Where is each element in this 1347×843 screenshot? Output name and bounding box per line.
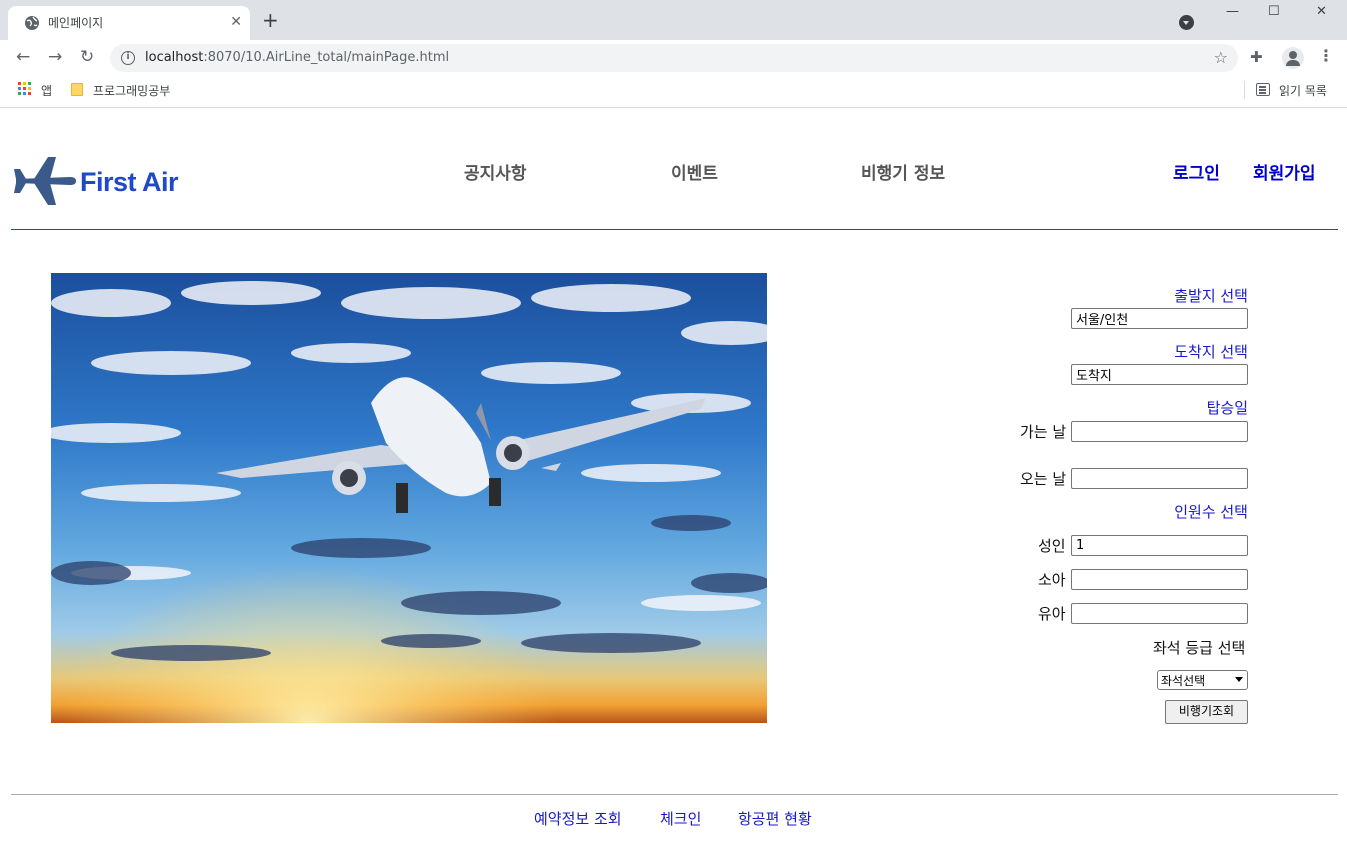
bookmarks-bar <box>0 76 1347 108</box>
infant-count-input[interactable] <box>1071 603 1248 624</box>
infant-label: 유아 <box>1038 605 1066 623</box>
return-date-input[interactable] <box>1071 468 1248 489</box>
forward-arrow-icon[interactable]: → <box>48 47 62 67</box>
tab-close-icon[interactable]: ✕ <box>230 14 242 30</box>
footer-divider <box>11 794 1338 795</box>
signup-link[interactable]: 회원가입 <box>1253 159 1316 184</box>
seat-class-selected: 좌석선택 <box>1161 674 1206 688</box>
url-path: :8070/10.AirLine_total/mainPage.html <box>203 50 450 65</box>
passengers-label: 인원수 선택 <box>1174 503 1248 521</box>
header-divider <box>11 229 1338 230</box>
chevron-down-icon <box>1235 677 1243 682</box>
seat-class-select[interactable]: 좌석선택 <box>1157 670 1248 690</box>
site-info-icon[interactable]: i <box>121 51 135 65</box>
tab-strip: 메인페이지 ✕ + — ☐ ✕ <box>0 0 1347 40</box>
apps-grid-icon[interactable] <box>18 82 32 96</box>
url-text: localhost:8070/10.AirLine_total/mainPage… <box>145 50 449 65</box>
departure-input[interactable] <box>1071 308 1248 329</box>
nav-aircraft-info[interactable]: 비행기 정보 <box>861 159 945 184</box>
extensions-puzzle-icon[interactable]: ✚ <box>1250 48 1263 66</box>
address-bar[interactable]: i localhost:8070/10.AirLine_total/mainPa… <box>110 44 1238 72</box>
browser-toolbar: ← → ↻ i localhost:8070/10.AirLine_total/… <box>0 40 1347 76</box>
bookmark-divider <box>1244 81 1245 99</box>
tab-title: 메인페이지 <box>48 16 104 30</box>
browser-tab[interactable]: 메인페이지 ✕ <box>8 6 250 40</box>
nav-event[interactable]: 이벤트 <box>671 159 718 184</box>
adult-label: 성인 <box>1038 537 1066 555</box>
arrival-label: 도착지 선택 <box>1174 343 1248 361</box>
departure-label: 출발지 선택 <box>1174 287 1248 305</box>
minimize-button[interactable]: — <box>1226 4 1239 19</box>
new-tab-button[interactable]: + <box>262 9 279 31</box>
back-arrow-icon[interactable]: ← <box>16 47 30 67</box>
depart-date-label: 가는 날 <box>1020 423 1067 441</box>
hero-airplane-image <box>51 273 767 723</box>
footer-reservation-lookup[interactable]: 예약정보 조회 <box>534 808 622 829</box>
boarding-date-label: 탑승일 <box>1206 399 1248 417</box>
web-page: First Air 공지사항 이벤트 비행기 정보 로그인 회원가입 출발지 선… <box>0 109 1347 843</box>
search-flights-button[interactable]: 비행기조회 <box>1165 700 1248 724</box>
profile-avatar-icon[interactable] <box>1282 47 1304 69</box>
footer-checkin[interactable]: 체크인 <box>660 808 701 829</box>
window-close-button[interactable]: ✕ <box>1316 4 1327 19</box>
reload-icon[interactable]: ↻ <box>80 47 94 67</box>
child-count-input[interactable] <box>1071 569 1248 590</box>
maximize-button[interactable]: ☐ <box>1268 4 1280 19</box>
tab-search-icon[interactable] <box>1179 15 1194 30</box>
nav-notice[interactable]: 공지사항 <box>464 159 527 184</box>
folder-icon <box>71 83 83 96</box>
arrival-input[interactable] <box>1071 364 1248 385</box>
bookmark-star-icon[interactable]: ☆ <box>1214 48 1228 67</box>
url-host: localhost <box>145 50 204 65</box>
footer-flight-status[interactable]: 항공편 현황 <box>738 808 812 829</box>
adult-count-input[interactable] <box>1071 535 1248 556</box>
bookmark-apps[interactable]: 앱 <box>41 82 52 99</box>
bookmark-folder-programming[interactable]: 프로그래밍공부 <box>93 82 170 99</box>
kebab-menu-icon[interactable]: ⋮ <box>1318 46 1334 65</box>
login-link[interactable]: 로그인 <box>1173 159 1220 184</box>
seat-class-label: 좌석 등급 선택 <box>1153 639 1246 657</box>
logo-text[interactable]: First Air <box>80 167 179 198</box>
reading-list-button[interactable]: 읽기 목록 <box>1279 82 1327 99</box>
child-label: 소아 <box>1038 571 1066 589</box>
globe-icon <box>25 16 39 30</box>
depart-date-input[interactable] <box>1071 421 1248 442</box>
reading-list-icon[interactable] <box>1256 83 1270 96</box>
return-date-label: 오는 날 <box>1020 470 1067 488</box>
